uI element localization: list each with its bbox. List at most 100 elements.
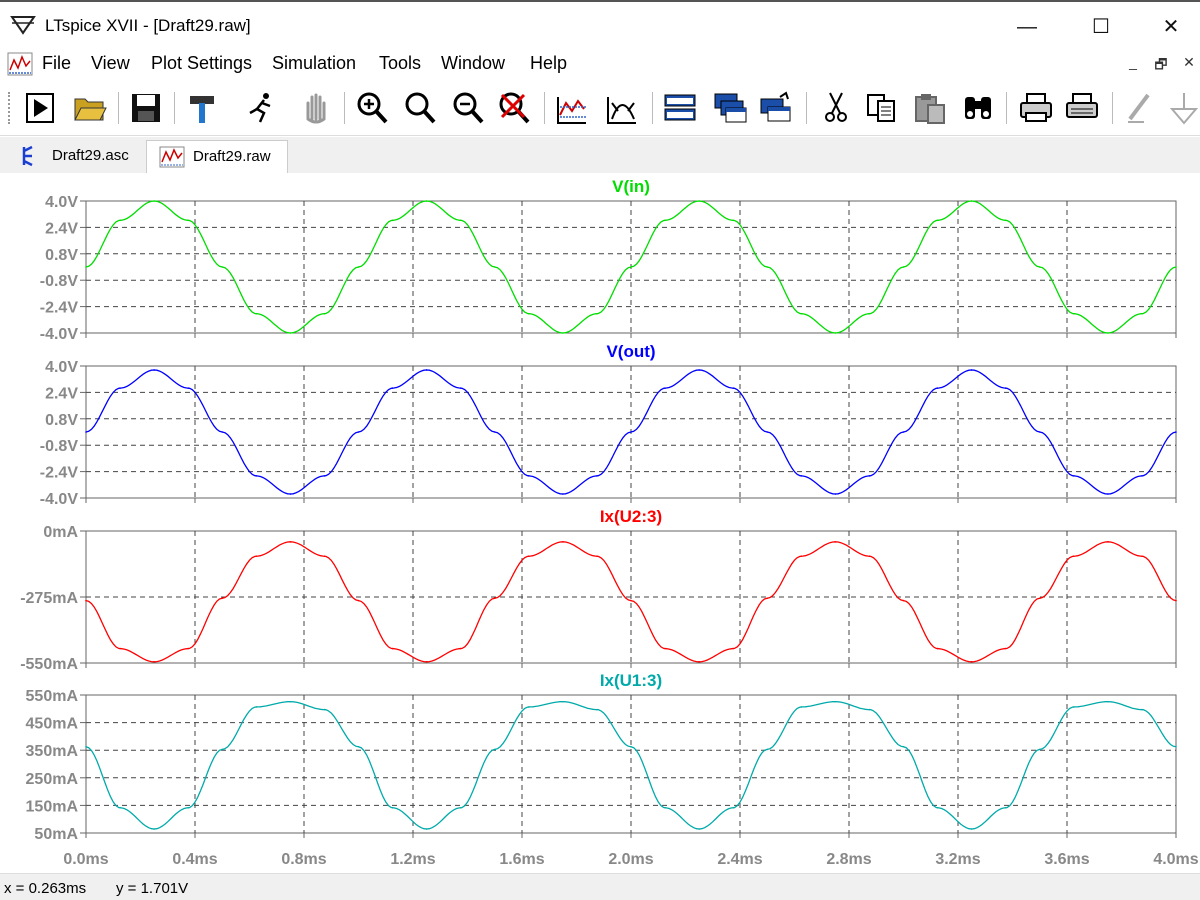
cut-icon[interactable] <box>818 89 854 127</box>
data-point <box>936 219 939 222</box>
zoom-area-icon[interactable] <box>402 89 438 127</box>
data-point <box>221 431 224 433</box>
print-setup-icon[interactable] <box>1064 89 1100 127</box>
data-point <box>732 219 734 222</box>
data-point <box>357 599 360 602</box>
control-panel-icon[interactable] <box>184 89 220 127</box>
waveform-window-icon[interactable] <box>7 52 33 76</box>
paste-icon[interactable] <box>912 89 948 127</box>
y-tick-label: 2.4V <box>45 385 78 402</box>
data-point <box>493 597 496 599</box>
fft-icon[interactable] <box>604 89 640 127</box>
mdi-close-button[interactable]: ✕ <box>1178 54 1200 76</box>
toolbar-separator <box>806 92 808 124</box>
menu-simulation[interactable]: Simulation <box>272 53 356 74</box>
data-point <box>868 555 871 557</box>
menu-tools[interactable]: Tools <box>379 53 421 74</box>
data-point <box>868 312 871 315</box>
y-tick-label: 0mA <box>43 524 78 541</box>
run-icon[interactable] <box>22 89 58 127</box>
data-point <box>562 700 564 703</box>
menu-plot-settings[interactable]: Plot Settings <box>151 53 252 74</box>
data-point <box>289 493 292 495</box>
waveform-plot[interactable]: 4.0V 2.4V 0.8V -0.8V -2.4V -4.0V V(in) 4.0V 2.4V… <box>0 173 1200 873</box>
data-point <box>357 745 360 748</box>
menu-help[interactable]: Help <box>530 53 567 74</box>
zoom-in-icon[interactable] <box>354 89 390 127</box>
data-point <box>255 312 258 315</box>
data-point <box>323 555 326 557</box>
copy-icon[interactable] <box>864 89 900 127</box>
data-point <box>221 266 224 268</box>
data-point <box>664 219 666 222</box>
data-point <box>1175 745 1177 748</box>
waveform-viewer[interactable]: 4.0V 2.4V 0.8V -0.8V -2.4V -4.0V V(in) 4.0V 2.4V… <box>0 173 1200 873</box>
data-point <box>1175 266 1177 268</box>
zoom-cancel-icon[interactable] <box>496 89 532 127</box>
toolbar-grip[interactable] <box>8 92 12 124</box>
mdi-minimize-button[interactable]: _ <box>1122 54 1144 76</box>
tab-draft29-raw[interactable]: Draft29.raw <box>146 140 288 173</box>
open-icon[interactable] <box>72 89 108 127</box>
tile-horizontal-icon[interactable] <box>662 89 698 127</box>
data-point <box>528 312 530 315</box>
data-point <box>357 431 360 433</box>
data-point <box>85 431 87 433</box>
y-tick-label: 550mA <box>26 688 79 705</box>
close-button[interactable]: ✕ <box>1148 10 1194 44</box>
data-point <box>323 312 326 315</box>
data-point <box>834 541 837 543</box>
zoom-out-icon[interactable] <box>450 89 486 127</box>
data-point <box>289 700 292 703</box>
tab-draft29-asc[interactable]: Draft29.asc <box>6 140 144 173</box>
minimize-button[interactable]: — <box>1004 10 1050 44</box>
schematic-icon <box>22 145 33 167</box>
data-point <box>596 312 598 315</box>
data-point <box>323 708 326 711</box>
autorange-icon[interactable] <box>554 89 590 127</box>
halt-icon[interactable] <box>242 89 278 127</box>
data-point <box>1141 312 1143 315</box>
data-point <box>562 541 564 543</box>
print-icon[interactable] <box>1018 89 1054 127</box>
data-point <box>425 200 428 202</box>
y-tick-label: -275mA <box>20 590 78 607</box>
ground-icon[interactable] <box>1166 89 1200 127</box>
data-point <box>85 266 87 268</box>
cascade-icon[interactable] <box>712 89 748 127</box>
menu-bar: File View Plot Settings Simulation Tools… <box>0 48 1200 80</box>
find-icon[interactable] <box>960 89 996 127</box>
menu-window[interactable]: Window <box>441 53 505 74</box>
trace-title: V(out) <box>606 342 655 361</box>
maximize-button[interactable]: ☐ <box>1078 10 1124 44</box>
y-tick-label: 0.8V <box>45 412 78 429</box>
data-point <box>766 748 769 751</box>
pan-icon[interactable] <box>298 89 334 127</box>
data-point <box>698 828 700 830</box>
save-icon[interactable] <box>128 89 164 127</box>
data-point <box>425 828 428 830</box>
data-point <box>425 661 428 663</box>
data-point <box>1004 806 1007 809</box>
data-point <box>1107 700 1109 703</box>
data-point <box>85 599 87 602</box>
data-point <box>391 647 394 650</box>
label-icon[interactable] <box>1122 89 1158 127</box>
data-point <box>1004 387 1007 389</box>
data-point <box>119 387 121 389</box>
y-tick-label: 350mA <box>26 743 79 760</box>
menu-view[interactable]: View <box>91 53 130 74</box>
data-point <box>698 661 700 663</box>
data-point <box>1141 708 1143 711</box>
data-point <box>970 661 973 663</box>
data-point <box>1038 431 1041 433</box>
tile-vertical-icon[interactable] <box>758 89 794 127</box>
data-point <box>153 661 155 663</box>
y-tick-label: -0.8V <box>40 273 79 290</box>
menu-file[interactable]: File <box>42 53 71 74</box>
y-tick-label: -4.0V <box>40 491 79 508</box>
mdi-restore-button[interactable]: 🗗 <box>1150 54 1172 76</box>
data-point <box>255 706 258 708</box>
data-point <box>493 266 496 268</box>
data-point <box>391 806 394 809</box>
